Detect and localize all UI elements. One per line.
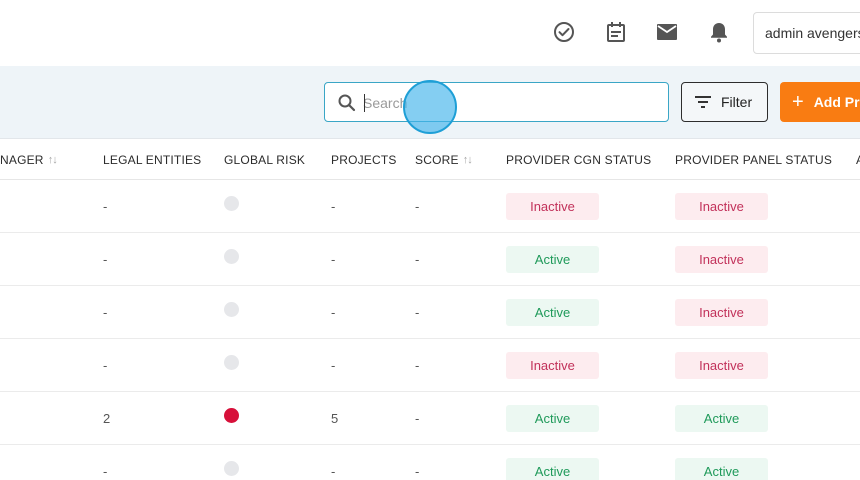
legal-entities-cell: - xyxy=(103,252,108,267)
column-header-manager[interactable]: NAGER ↑↓ xyxy=(0,139,58,180)
plus-icon: + xyxy=(792,91,804,113)
cgn-status-cell: Active xyxy=(506,445,599,480)
panel-status-cell: Inactive xyxy=(675,233,768,286)
score-cell: - xyxy=(415,199,420,214)
cgn-status-cell: Inactive xyxy=(506,339,599,392)
table-row[interactable]: 2 5 - Active Active xyxy=(0,392,860,445)
column-header-provider-panel-status: PROVIDER PANEL STATUS xyxy=(675,152,833,167)
mail-icon[interactable] xyxy=(655,20,679,44)
column-header-truncated: A xyxy=(856,139,860,180)
panel-status-cell: Inactive xyxy=(675,339,768,392)
column-header-projects: PROJECTS xyxy=(331,152,397,167)
score-cell: - xyxy=(415,358,420,373)
table-row[interactable]: - - - Active Active xyxy=(0,445,860,480)
projects-cell: - xyxy=(331,464,336,479)
risk-indicator xyxy=(224,196,239,211)
status-badge: Active xyxy=(506,458,599,480)
projects-cell: - xyxy=(331,358,336,373)
projects-cell: - xyxy=(331,252,336,267)
table-row[interactable]: - - - Active Inactive xyxy=(0,286,860,339)
filter-icon xyxy=(695,96,711,108)
search-input[interactable] xyxy=(363,91,653,115)
panel-status-cell: Inactive xyxy=(675,180,768,233)
top-bar: admin avengers xyxy=(0,0,860,66)
status-badge: Active xyxy=(675,458,768,480)
legal-entities-cell: 2 xyxy=(103,411,111,426)
search-icon xyxy=(337,93,357,113)
status-badge: Inactive xyxy=(675,246,768,273)
bell-icon[interactable] xyxy=(707,20,731,44)
score-cell: - xyxy=(415,411,420,426)
legal-entities-cell: - xyxy=(103,358,108,373)
cgn-status-cell: Inactive xyxy=(506,180,599,233)
risk-indicator xyxy=(224,302,239,317)
legal-entities-cell: - xyxy=(103,305,108,320)
user-menu-button[interactable]: admin avengers xyxy=(753,12,860,54)
projects-cell: - xyxy=(331,305,336,320)
global-risk-cell xyxy=(224,286,239,339)
table-row[interactable]: - - - Inactive Inactive xyxy=(0,339,860,392)
status-badge: Active xyxy=(506,246,599,273)
risk-indicator xyxy=(224,461,239,476)
cgn-status-cell: Active xyxy=(506,286,599,339)
add-provider-label: Add Provider xyxy=(813,94,860,110)
table-row[interactable]: - - - Inactive Inactive xyxy=(0,180,860,233)
cgn-status-cell: Active xyxy=(506,392,599,445)
score-cell: - xyxy=(415,252,420,267)
legal-entities-cell: - xyxy=(103,199,108,214)
text-caret xyxy=(364,94,365,112)
panel-status-cell: Inactive xyxy=(675,286,768,339)
status-badge: Inactive xyxy=(675,352,768,379)
filter-label: Filter xyxy=(721,94,753,110)
projects-cell: 5 xyxy=(331,411,339,426)
table-header: NAGER ↑↓ LEGAL ENTITIES GLOBAL RISK PROJE… xyxy=(0,139,860,180)
column-header-score[interactable]: SCORE ↑↓ xyxy=(415,139,473,180)
legal-entities-cell: - xyxy=(103,464,108,479)
calendar-icon[interactable] xyxy=(604,20,628,44)
column-header-legal-entities: LEGAL ENTITIES xyxy=(103,152,202,167)
status-badge: Active xyxy=(506,299,599,326)
add-provider-button[interactable]: + Add Provider xyxy=(780,82,860,122)
filter-button[interactable]: Filter xyxy=(681,82,768,122)
status-badge: Active xyxy=(675,405,768,432)
global-risk-cell xyxy=(224,180,239,233)
sort-icon[interactable]: ↑↓ xyxy=(48,154,58,166)
risk-indicator xyxy=(224,408,239,423)
cgn-status-cell: Active xyxy=(506,233,599,286)
table-row[interactable]: - - - Active Inactive xyxy=(0,233,860,286)
risk-indicator xyxy=(224,355,239,370)
column-header-global-risk: GLOBAL RISK xyxy=(224,152,306,167)
sort-icon[interactable]: ↑↓ xyxy=(463,154,473,166)
search-box[interactable] xyxy=(324,82,669,122)
global-risk-cell xyxy=(224,233,239,286)
panel-status-cell: Active xyxy=(675,445,768,480)
column-header-provider-cgn-status: PROVIDER CGN STATUS xyxy=(506,152,652,167)
risk-indicator xyxy=(224,249,239,264)
global-risk-cell xyxy=(224,445,239,480)
score-cell: - xyxy=(415,464,420,479)
status-badge: Inactive xyxy=(675,193,768,220)
user-name: admin avengers xyxy=(765,25,860,41)
status-badge: Inactive xyxy=(506,352,599,379)
status-badge: Inactive xyxy=(675,299,768,326)
global-risk-cell xyxy=(224,339,239,392)
status-badge: Active xyxy=(506,405,599,432)
global-risk-cell xyxy=(224,392,239,445)
score-cell: - xyxy=(415,305,420,320)
check-circle-icon[interactable] xyxy=(552,20,576,44)
panel-status-cell: Active xyxy=(675,392,768,445)
status-badge: Inactive xyxy=(506,193,599,220)
projects-cell: - xyxy=(331,199,336,214)
